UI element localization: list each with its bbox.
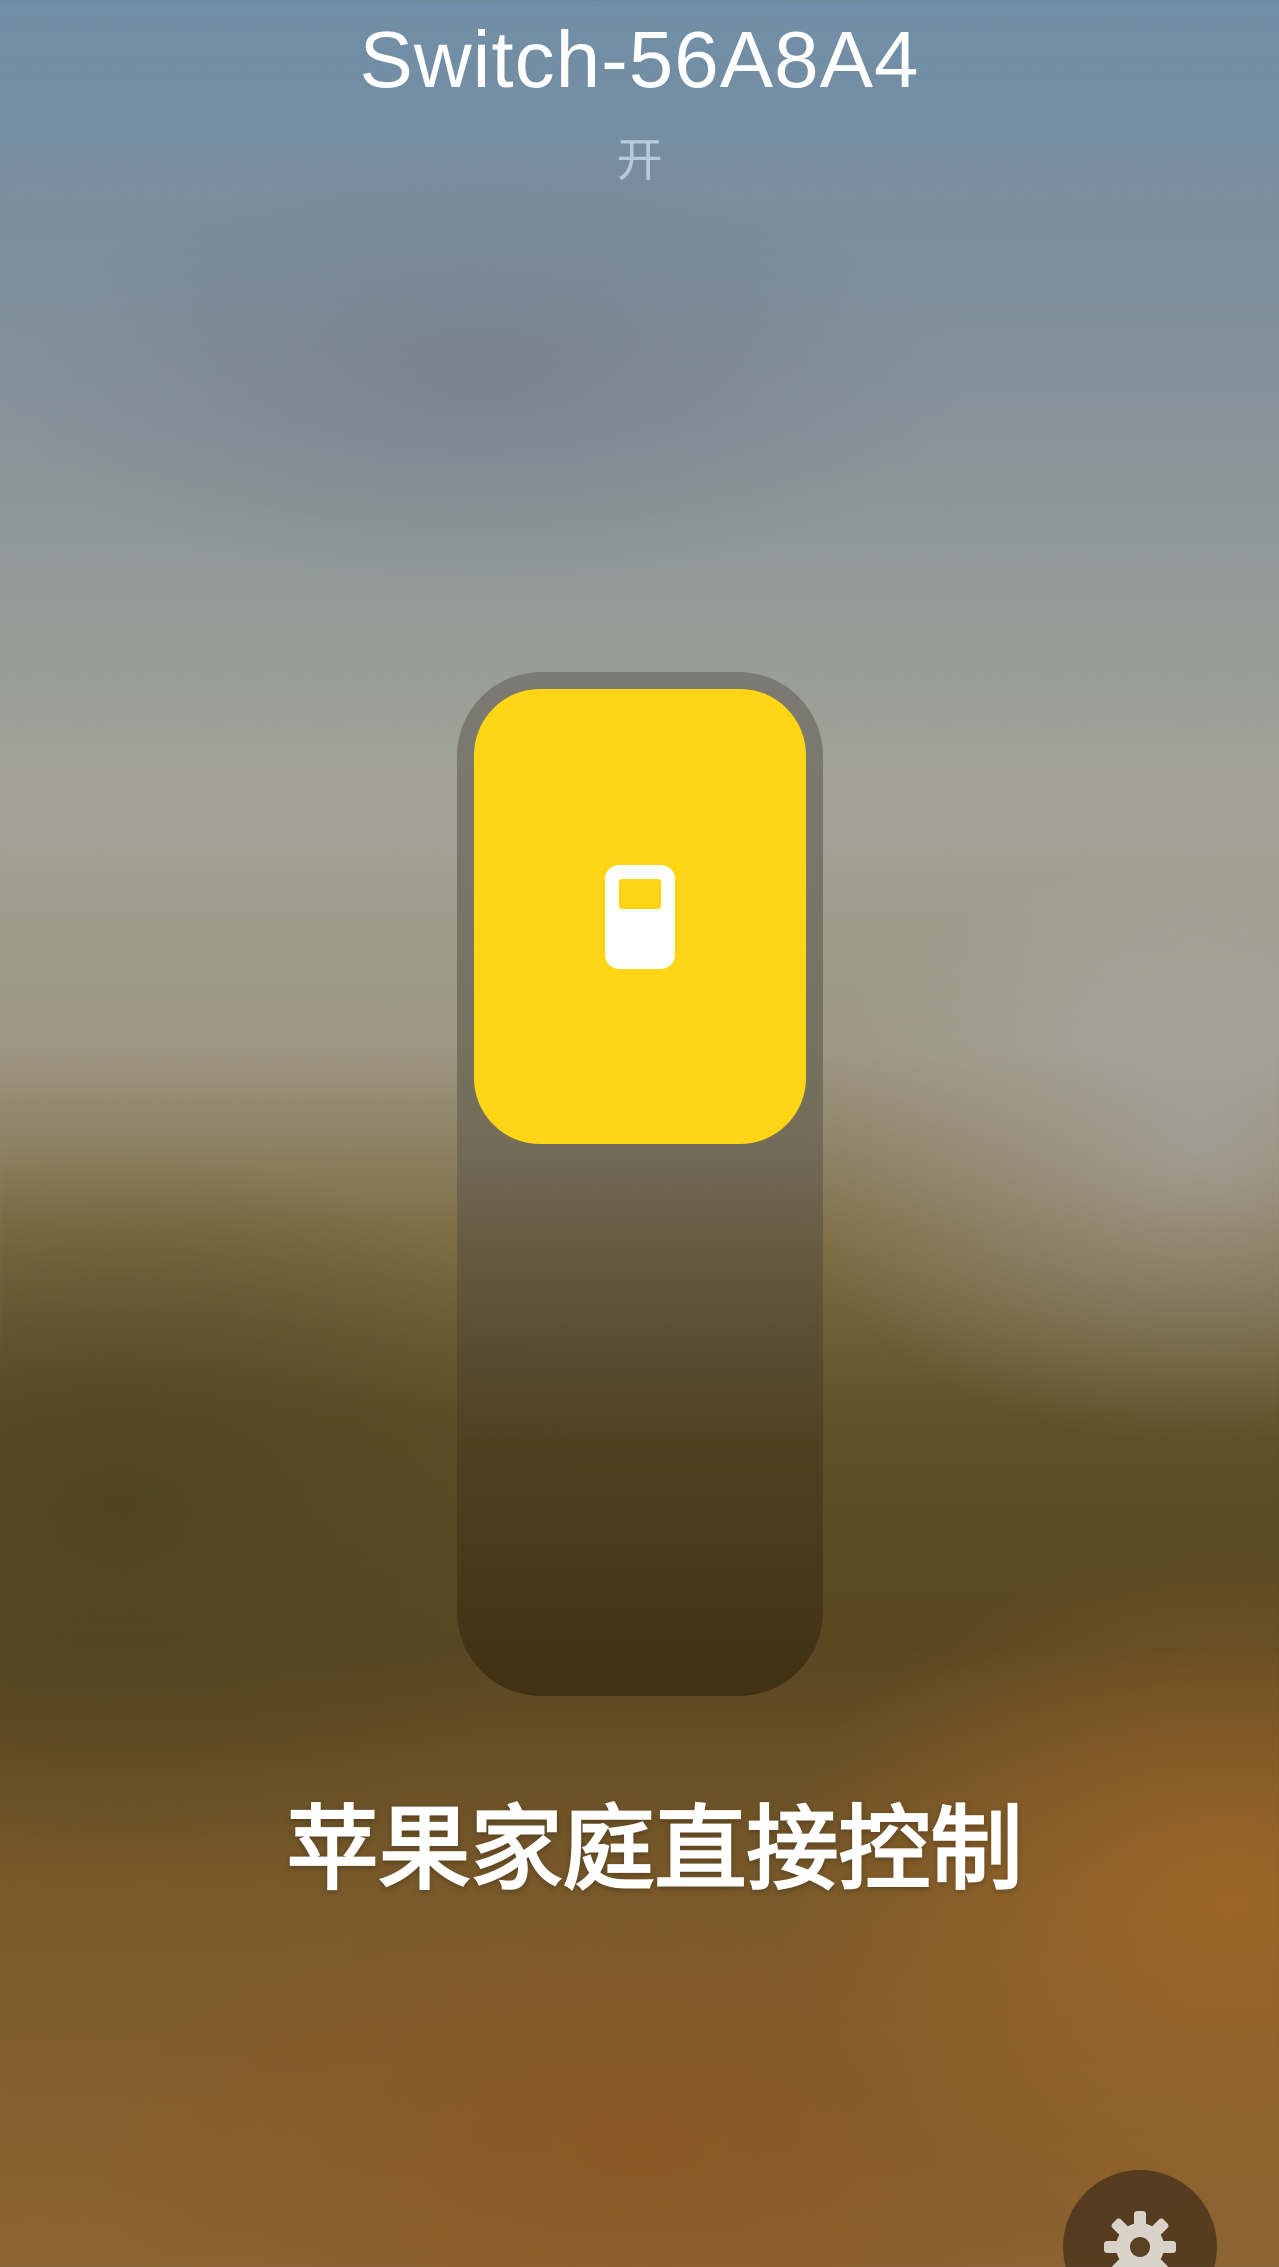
slider-fill xyxy=(474,689,806,1144)
settings-button[interactable] xyxy=(1063,2170,1217,2267)
gear-icon xyxy=(1104,2211,1176,2267)
accessory-status: 开 xyxy=(616,133,663,187)
brightness-slider[interactable] xyxy=(457,672,823,1696)
accessory-name: Switch-56A8A4 xyxy=(359,15,920,104)
caption-text: 苹果家庭直接控制 xyxy=(286,1796,1023,1903)
switch-icon-window xyxy=(619,878,661,909)
switch-icon xyxy=(605,864,675,969)
